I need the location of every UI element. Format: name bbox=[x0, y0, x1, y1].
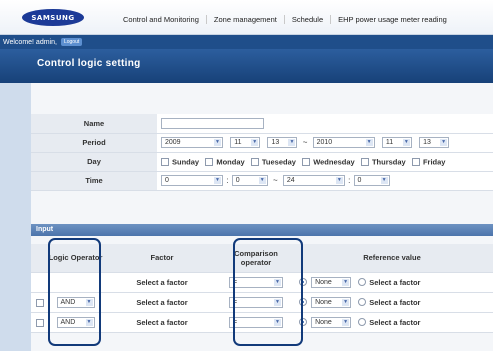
reference-value-header: Reference value bbox=[291, 244, 493, 273]
time-separator: ~ bbox=[272, 176, 278, 185]
comparison-operator-highlight bbox=[233, 238, 303, 346]
name-row: Name bbox=[31, 114, 493, 134]
period-start-month-select[interactable]: 11 bbox=[230, 137, 261, 148]
factor-select[interactable]: Select a factor bbox=[103, 312, 221, 333]
day-label-friday: Friday bbox=[422, 157, 446, 167]
title-bar: Control logic setting bbox=[0, 49, 493, 83]
ref-none-select[interactable]: None bbox=[311, 276, 352, 288]
day-checkbox-tuesday[interactable] bbox=[250, 157, 259, 166]
content-panel: Name Period 2009 11 13 ~ 2010 11 13 Day … bbox=[31, 83, 493, 351]
ref-none-select[interactable]: None bbox=[311, 296, 352, 308]
day-checkbox-friday[interactable] bbox=[411, 157, 420, 166]
menu-zone-management[interactable]: Zone management bbox=[207, 15, 285, 24]
factor-select[interactable]: Select a factor bbox=[103, 272, 221, 293]
settings-form: Name Period 2009 11 13 ~ 2010 11 13 Day … bbox=[31, 114, 493, 191]
day-label-thursday: Thursday bbox=[371, 157, 406, 167]
period-start-year-select[interactable]: 2009 bbox=[161, 137, 223, 148]
name-input[interactable] bbox=[161, 117, 264, 129]
samsung-logo: SAMSUNG bbox=[22, 9, 84, 26]
day-checkbox-sunday[interactable] bbox=[161, 157, 169, 166]
user-bar: Welcome! admin, Logout bbox=[0, 35, 493, 49]
ref-factor-radio[interactable] bbox=[358, 278, 367, 286]
period-row: Period 2009 11 13 ~ 2010 11 13 bbox=[31, 133, 493, 153]
day-checkbox-monday[interactable] bbox=[205, 157, 214, 166]
factor-header: Factor bbox=[103, 244, 221, 273]
day-checkbox-thursday[interactable] bbox=[360, 157, 369, 166]
time-label: Time bbox=[31, 171, 157, 191]
day-label-wednesday: Wednesday bbox=[313, 157, 355, 167]
menu-control-and-monitoring[interactable]: Control and Monitoring bbox=[116, 15, 207, 24]
period-label: Period bbox=[31, 133, 157, 153]
ref-factor-label: Select a factor bbox=[369, 297, 421, 307]
ref-factor-radio[interactable] bbox=[358, 318, 367, 326]
page-title: Control logic setting bbox=[37, 58, 141, 69]
input-section-header: Input bbox=[31, 224, 493, 236]
day-label-monday: Monday bbox=[216, 157, 245, 167]
day-checkbox-wednesday[interactable] bbox=[302, 157, 311, 166]
name-label: Name bbox=[31, 114, 157, 134]
day-label-tuesday: Tueseday bbox=[261, 157, 296, 167]
factor-select[interactable]: Select a factor bbox=[103, 292, 221, 313]
ref-none-select[interactable]: None bbox=[311, 316, 352, 328]
time-row: Time 0 : 0 ~ 24 : 0 bbox=[31, 171, 493, 191]
ref-factor-label: Select a factor bbox=[369, 317, 421, 327]
ref-factor-label: Select a factor bbox=[369, 277, 421, 287]
menu-ehp-power-meter[interactable]: EHP power usage meter reading bbox=[331, 15, 454, 24]
input-section-title: Input bbox=[36, 226, 54, 233]
welcome-text: Welcome! admin, bbox=[3, 38, 57, 46]
period-start-day-select[interactable]: 13 bbox=[267, 137, 298, 148]
period-separator: ~ bbox=[302, 138, 308, 147]
top-navigation-bar: SAMSUNG Control and Monitoring Zone mana… bbox=[0, 0, 493, 35]
time-start-hour-select[interactable]: 0 bbox=[161, 175, 223, 186]
time-colon-end: : bbox=[348, 176, 351, 185]
logic-operator-highlight bbox=[48, 238, 101, 346]
day-label: Day bbox=[31, 152, 157, 172]
menu-schedule[interactable]: Schedule bbox=[285, 15, 332, 24]
day-row: Day Sunday Monday Tueseday Wednesday Thu… bbox=[31, 152, 493, 172]
logout-button[interactable]: Logout bbox=[60, 38, 83, 46]
time-end-hour-select[interactable]: 24 bbox=[282, 175, 345, 186]
day-label-sunday: Sunday bbox=[172, 157, 200, 167]
period-end-month-select[interactable]: 11 bbox=[381, 137, 412, 148]
time-colon: : bbox=[226, 176, 229, 185]
row-checkbox[interactable] bbox=[35, 298, 44, 307]
row-checkbox[interactable] bbox=[35, 318, 44, 327]
period-end-day-select[interactable]: 13 bbox=[419, 137, 450, 148]
period-end-year-select[interactable]: 2010 bbox=[312, 137, 375, 148]
time-end-minute-select[interactable]: 0 bbox=[353, 175, 390, 186]
ref-factor-radio[interactable] bbox=[358, 298, 367, 306]
main-menu: Control and Monitoring Zone management S… bbox=[116, 15, 454, 24]
time-start-minute-select[interactable]: 0 bbox=[231, 175, 268, 186]
